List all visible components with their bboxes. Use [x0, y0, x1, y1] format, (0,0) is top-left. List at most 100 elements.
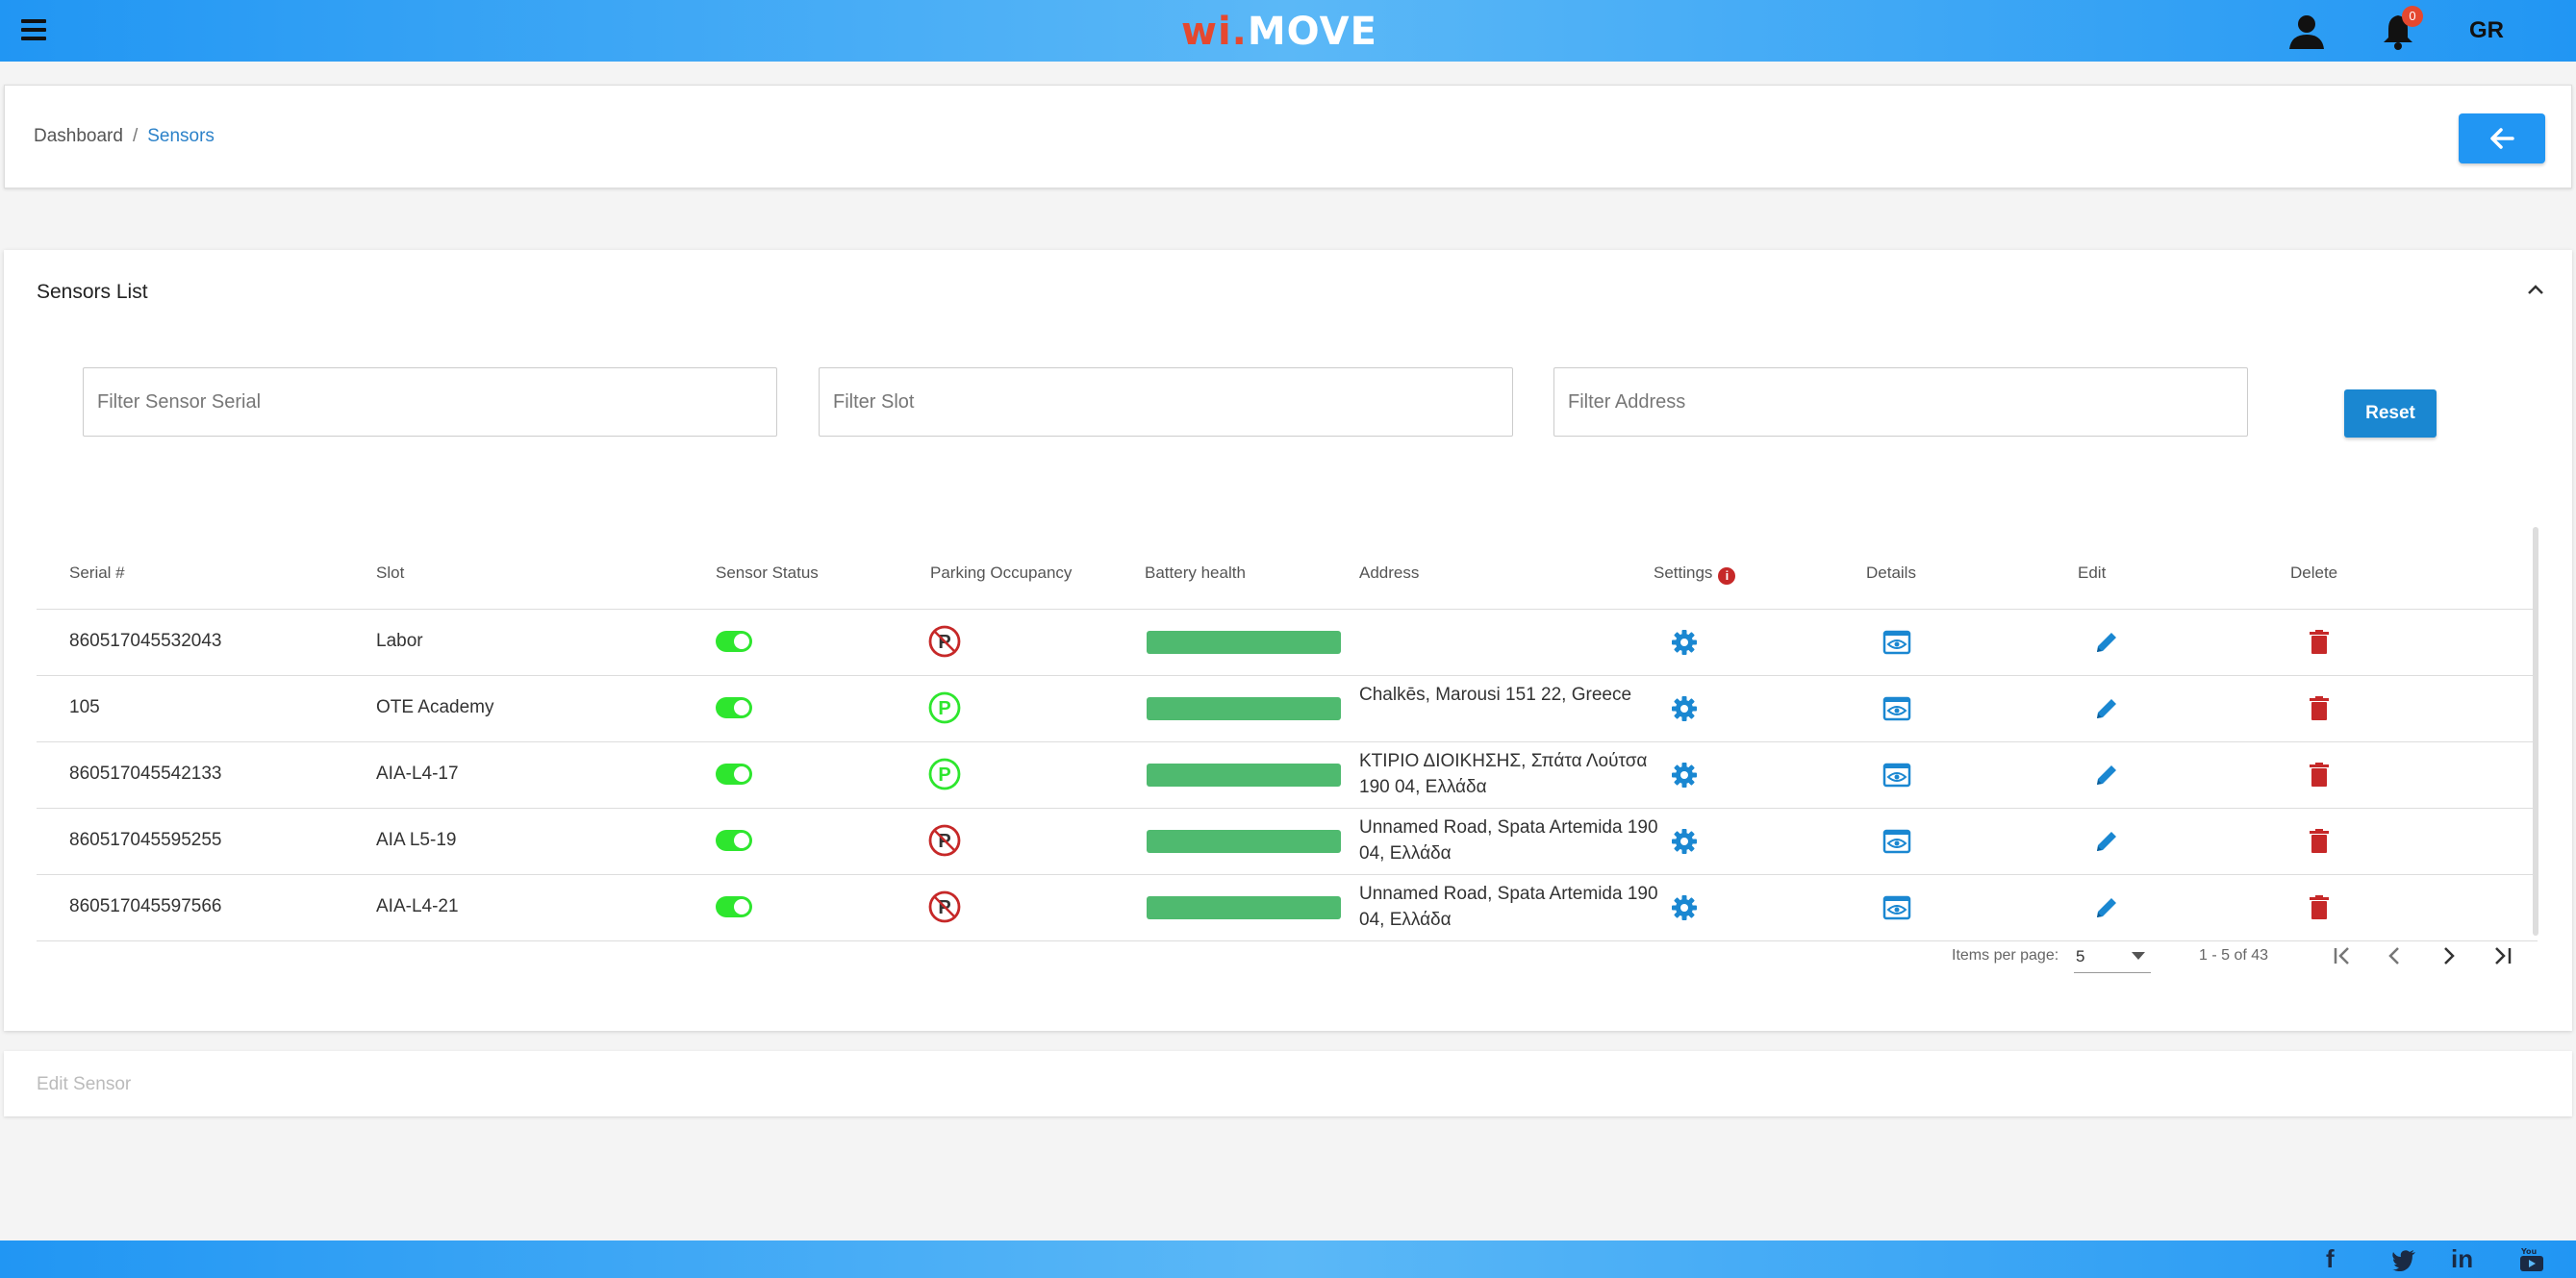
- svg-text:P: P: [938, 698, 950, 719]
- language-switch[interactable]: GR: [2469, 17, 2504, 44]
- cell-serial: 860517045595255: [69, 830, 222, 850]
- delete-trash-icon[interactable]: [2304, 826, 2335, 857]
- edit-pencil-icon[interactable]: [2091, 760, 2122, 790]
- edit-pencil-icon[interactable]: [2091, 826, 2122, 857]
- details-view-icon[interactable]: [1881, 627, 1912, 658]
- table-header: Serial # Slot Sensor Status Parking Occu…: [37, 527, 2538, 610]
- cell-serial: 860517045542133: [69, 764, 222, 784]
- items-per-page-value: 5: [2076, 947, 2085, 965]
- sensor-status-toggle[interactable]: [716, 764, 752, 785]
- col-slot[interactable]: Slot: [376, 564, 404, 583]
- first-page-icon[interactable]: [2327, 940, 2358, 971]
- twitter-icon[interactable]: [2391, 1244, 2416, 1278]
- items-per-page-select[interactable]: 5: [2074, 944, 2151, 973]
- delete-trash-icon[interactable]: [2304, 627, 2335, 658]
- settings-gear-icon[interactable]: [1669, 760, 1700, 790]
- delete-trash-icon[interactable]: [2304, 693, 2335, 724]
- delete-trash-icon[interactable]: [2304, 892, 2335, 923]
- edit-pencil-icon[interactable]: [2091, 892, 2122, 923]
- col-address[interactable]: Address: [1359, 564, 1419, 583]
- back-button[interactable]: [2459, 113, 2545, 163]
- col-sensor-status[interactable]: Sensor Status: [716, 564, 819, 583]
- col-settings-label: Settings: [1654, 564, 1713, 582]
- sensors-list-title: Sensors List: [37, 281, 148, 303]
- menu-icon[interactable]: [21, 19, 46, 40]
- details-view-icon[interactable]: [1881, 693, 1912, 724]
- app-logo[interactable]: wi.MOVE: [1181, 10, 1377, 54]
- notification-count-badge: 0: [2402, 6, 2423, 27]
- last-page-icon[interactable]: [2488, 940, 2518, 971]
- col-settings: Settings i: [1654, 564, 1736, 585]
- sensors-list-card: Sensors List Filter Sensor Serial Filter…: [4, 250, 2572, 1031]
- reset-button[interactable]: Reset: [2344, 389, 2437, 438]
- user-icon[interactable]: [2287, 13, 2326, 50]
- col-details: Details: [1866, 564, 1916, 582]
- cell-slot: AIA L5-19: [376, 830, 457, 850]
- info-icon[interactable]: i: [1718, 567, 1736, 585]
- edit-sensor-panel[interactable]: Edit Sensor: [4, 1051, 2572, 1116]
- facebook-icon[interactable]: f: [2326, 1244, 2335, 1274]
- dropdown-caret-icon: [2132, 952, 2145, 960]
- cell-address: Unnamed Road, Spata Artemida 190 04, Ελλ…: [1359, 884, 1658, 930]
- parking-free-icon: P: [927, 757, 962, 791]
- linkedin-icon[interactable]: in: [2451, 1244, 2473, 1274]
- col-edit: Edit: [2078, 564, 2107, 582]
- sensor-status-toggle[interactable]: [716, 697, 752, 718]
- cell-serial: 860517045597566: [69, 896, 222, 916]
- previous-page-icon[interactable]: [2380, 940, 2411, 971]
- cell-address: Chalkēs, Marousi 151 22, Greece: [1359, 685, 1632, 705]
- table-scrollbar[interactable]: [2533, 527, 2538, 936]
- table-body: 860517045532043 Labor P 105 OTE Academy P Chal…: [37, 610, 2538, 941]
- svg-text:You: You: [2520, 1247, 2538, 1256]
- details-view-icon[interactable]: [1881, 892, 1912, 923]
- parking-occupied-icon: P: [927, 624, 962, 659]
- col-parking-occupancy[interactable]: Parking Occupancy: [930, 564, 1072, 583]
- table-row[interactable]: 860517045597566 AIA-L4-21 P Unnamed Road, S…: [37, 875, 2538, 941]
- cell-slot: AIA-L4-17: [376, 764, 459, 784]
- breadcrumb-card: Dashboard / Sensors: [4, 85, 2572, 188]
- battery-health-bar: [1147, 896, 1341, 919]
- cell-serial: 105: [69, 697, 100, 717]
- items-per-page-label: Items per page:: [1952, 947, 2059, 964]
- battery-health-bar: [1147, 764, 1341, 787]
- svg-text:P: P: [938, 764, 950, 786]
- breadcrumb: Dashboard / Sensors: [34, 126, 215, 147]
- filter-address-input[interactable]: Filter Address: [1553, 367, 2248, 437]
- cell-slot: AIA-L4-21: [376, 896, 459, 916]
- pagination-range: 1 - 5 of 43: [2199, 947, 2269, 964]
- filter-sensor-serial-input[interactable]: Filter Sensor Serial: [83, 367, 777, 437]
- table-row[interactable]: 860517045532043 Labor P: [37, 610, 2538, 676]
- settings-gear-icon[interactable]: [1669, 826, 1700, 857]
- filter-slot-input[interactable]: Filter Slot: [819, 367, 1513, 437]
- breadcrumb-separator: /: [132, 126, 139, 146]
- youtube-icon[interactable]: You: [2518, 1244, 2545, 1278]
- parking-free-icon: P: [927, 690, 962, 725]
- chevron-up-icon[interactable]: [2525, 279, 2546, 300]
- edit-pencil-icon[interactable]: [2091, 627, 2122, 658]
- details-view-icon[interactable]: [1881, 826, 1912, 857]
- battery-health-bar: [1147, 631, 1341, 654]
- col-battery-health[interactable]: Battery health: [1145, 564, 1246, 583]
- sensor-status-toggle[interactable]: [716, 896, 752, 917]
- arrow-left-icon: [2490, 128, 2514, 149]
- settings-gear-icon[interactable]: [1669, 693, 1700, 724]
- sensor-status-toggle[interactable]: [716, 830, 752, 851]
- edit-pencil-icon[interactable]: [2091, 693, 2122, 724]
- notifications-bell-icon[interactable]: 0: [2379, 6, 2423, 50]
- cell-address: Unnamed Road, Spata Artemida 190 04, Ελλ…: [1359, 817, 1658, 864]
- next-page-icon[interactable]: [2434, 940, 2464, 971]
- parking-occupied-icon: P: [927, 890, 962, 924]
- table-row[interactable]: 860517045595255 AIA L5-19 P Unnamed Road, S…: [37, 809, 2538, 875]
- sensors-table: Serial # Slot Sensor Status Parking Occu…: [37, 527, 2538, 941]
- table-row[interactable]: 105 OTE Academy P Chalkēs, Marousi 151 22, …: [37, 676, 2538, 742]
- delete-trash-icon[interactable]: [2304, 760, 2335, 790]
- footer-bar: f in You: [0, 1240, 2576, 1278]
- table-row[interactable]: 860517045542133 AIA-L4-17 P ΚΤΙΡΙΟ ΔΙΟΙΚΗΣΗ…: [37, 742, 2538, 809]
- settings-gear-icon[interactable]: [1669, 892, 1700, 923]
- details-view-icon[interactable]: [1881, 760, 1912, 790]
- breadcrumb-dashboard-link[interactable]: Dashboard: [34, 126, 123, 146]
- cell-slot: OTE Academy: [376, 697, 494, 717]
- col-serial[interactable]: Serial #: [69, 564, 125, 583]
- settings-gear-icon[interactable]: [1669, 627, 1700, 658]
- sensor-status-toggle[interactable]: [716, 631, 752, 652]
